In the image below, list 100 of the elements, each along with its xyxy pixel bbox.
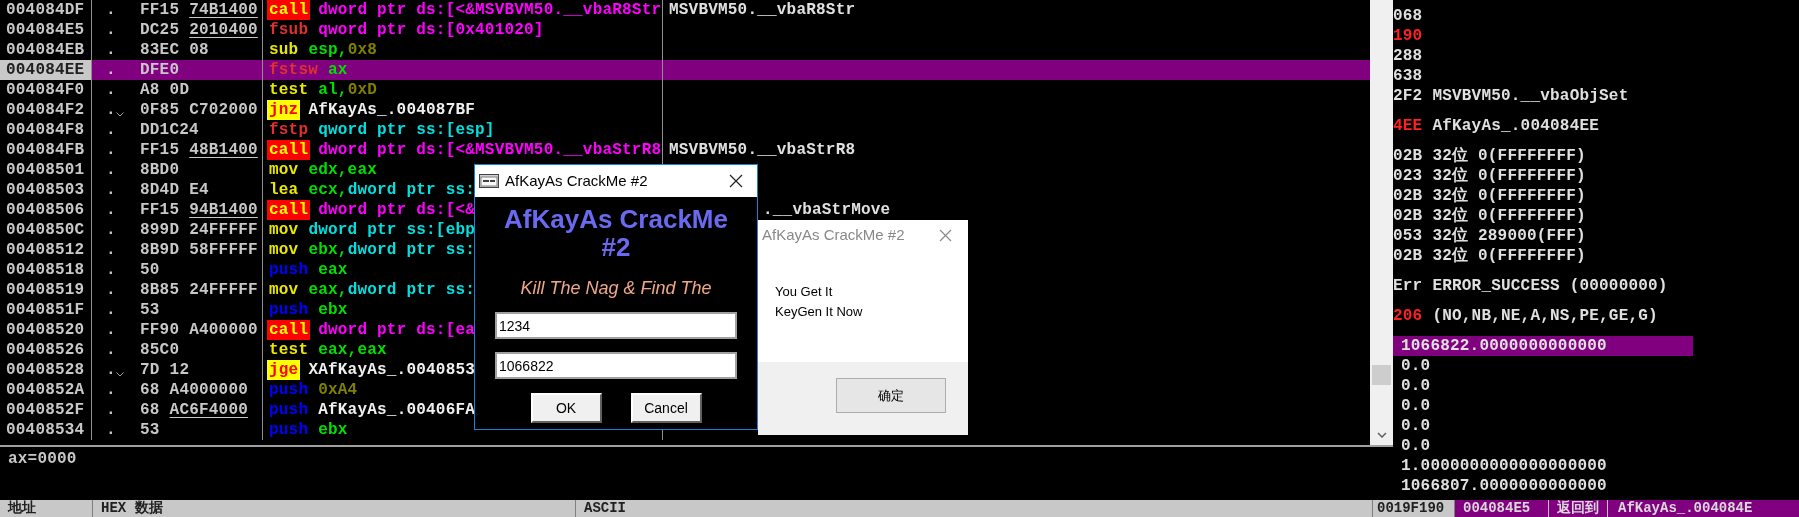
address: 00408503 [6, 181, 85, 199]
input-field[interactable]: 1066822 [495, 352, 737, 379]
fpu-register[interactable]: 0.0 [1393, 416, 1693, 436]
scrollbar[interactable] [1370, 0, 1393, 445]
operand-bytes: AC6F4000 [169, 400, 249, 420]
marker: . [106, 220, 116, 240]
operand-bytes: 94B1400 [189, 200, 258, 220]
operand: ebx [318, 300, 348, 320]
opcode: FF15 [140, 0, 180, 20]
operand-bytes: 12 [169, 360, 190, 380]
marker: . [106, 300, 116, 320]
operand: 0xA4 [318, 380, 358, 400]
ok-button[interactable]: 确定 [836, 378, 946, 413]
marker: . [106, 80, 116, 100]
address: 0040851F [6, 301, 85, 319]
register-detail: MSVBVM50.__vbaObjSet [1432, 86, 1629, 106]
opcode: 83EC [140, 40, 180, 60]
operand-bytes: E4 [189, 180, 209, 200]
close-icon[interactable] [729, 174, 743, 188]
operand-bytes: 74B1400 [189, 0, 258, 20]
register-value: 02B [1393, 146, 1423, 166]
register-detail: 32位 0(FFFFFFFF) [1432, 166, 1586, 186]
stack-label: 返回到 [1549, 500, 1608, 517]
window-icon [479, 174, 499, 188]
operand-bytes: 24FFFFF [189, 220, 258, 240]
operand: dword ptr ds:[<&MSVBVM50.__vbaR8Str [318, 0, 662, 20]
disassembly-row[interactable]: 004084EE . DFE0 fstsw ax [0, 60, 1370, 80]
stack-comment: AfKayAs_.004084E [1617, 500, 1753, 517]
address: 0040852A [6, 381, 85, 399]
fpu-register[interactable]: 0.0 [1393, 376, 1693, 396]
mnemonic: test [268, 340, 310, 360]
info-text: ax=0000 [8, 450, 77, 468]
mnemonic: push [268, 300, 310, 320]
mnemonic: call [267, 140, 311, 160]
operand: ecx,dword ptr ss: [308, 180, 476, 200]
mnemonic: fsub [268, 20, 310, 40]
mnemonic: call [267, 320, 311, 340]
opcode: 8D4D [140, 180, 180, 200]
dialog-button[interactable]: OK [530, 393, 602, 423]
address: 00408506 [6, 201, 85, 219]
operand: qword ptr ds:[0x401020] [318, 20, 544, 40]
opcode: 53 [140, 420, 160, 440]
mnemonic: fstsw [268, 60, 319, 80]
opcode: 68 [140, 380, 160, 400]
scroll-down-icon[interactable] [1376, 432, 1387, 438]
mnemonic: mov [268, 240, 300, 260]
address: 004084E5 [6, 21, 85, 39]
address: 00408512 [6, 241, 85, 259]
register-value: 206 [1393, 306, 1423, 326]
dialog-subtitle: Kill The Nag & Find The [520, 277, 712, 300]
operand-bytes: A400000 [189, 320, 258, 340]
address: 00408519 [6, 281, 85, 299]
operand: AfKayAs_.00406FA [318, 400, 476, 420]
operand-bytes: 0D [169, 80, 190, 100]
address: 00408534 [6, 421, 85, 439]
mnemonic: mov [268, 160, 300, 180]
fpu-register[interactable]: 1.0000000000000000000 [1393, 456, 1693, 476]
scrollbar-thumb[interactable] [1372, 365, 1391, 385]
register-value: 2F2 [1393, 86, 1423, 106]
dialog-button[interactable]: Cancel [630, 393, 702, 423]
marker: . [106, 20, 116, 40]
register-detail: 32位 0(FFFFFFFF) [1432, 246, 1586, 266]
opcode: 7D [140, 360, 160, 380]
register-value: 190 [1393, 26, 1423, 46]
mnemonic: lea [268, 180, 300, 200]
fpu-register[interactable]: 0.0 [1393, 356, 1693, 376]
comment: MSVBVM50.__vbaStrR8 [669, 141, 856, 159]
fpu-register[interactable]: 0.0 [1393, 396, 1693, 416]
marker: . [106, 60, 116, 80]
comment: MSVBVM50.__vbaR8Str [669, 1, 856, 19]
marker: . [106, 260, 116, 280]
operand: dword ptr ds:[ea [318, 320, 476, 340]
operand: edx,eax [308, 160, 378, 180]
stack-row[interactable]: 004084E5 返回到 AfKayAs_.004084E [1455, 500, 1799, 517]
mnemonic: call [267, 0, 311, 20]
register-detail: ERROR_SUCCESS (00000000) [1432, 276, 1668, 296]
mnemonic: jge [267, 360, 301, 380]
message-text: You Get It [775, 283, 834, 301]
fpu-register[interactable]: 1066822.0000000000000 [1393, 336, 1693, 356]
register-detail: AfKayAs_.004084EE [1432, 116, 1600, 136]
input-field[interactable]: 1234 [495, 312, 737, 339]
fpu-register[interactable]: 0.0 [1393, 436, 1693, 456]
operand: dword ptr ds:[<& [318, 200, 476, 220]
column-header[interactable]: ASCII [576, 500, 1373, 517]
operand-bytes: 24FFFFF [189, 280, 258, 300]
column-header[interactable]: HEX 数据 [93, 500, 576, 517]
operand-bytes: 08 [189, 40, 209, 60]
address: 004084F2 [6, 101, 85, 119]
address: 004084EE [6, 61, 85, 79]
message-text: KeyGen It Now [775, 303, 864, 321]
address: 004084FB [6, 141, 85, 159]
fpu-register[interactable]: 1066807.0000000000000 [1393, 476, 1693, 496]
address: 00408520 [6, 321, 85, 339]
register-value: 02B [1393, 246, 1423, 266]
column-header[interactable]: 地址 [0, 500, 93, 517]
opcode: 50 [140, 260, 160, 280]
operand: eax [318, 260, 348, 280]
opcode: FF15 [140, 140, 180, 160]
marker: . [106, 100, 116, 120]
marker: . [106, 0, 116, 20]
